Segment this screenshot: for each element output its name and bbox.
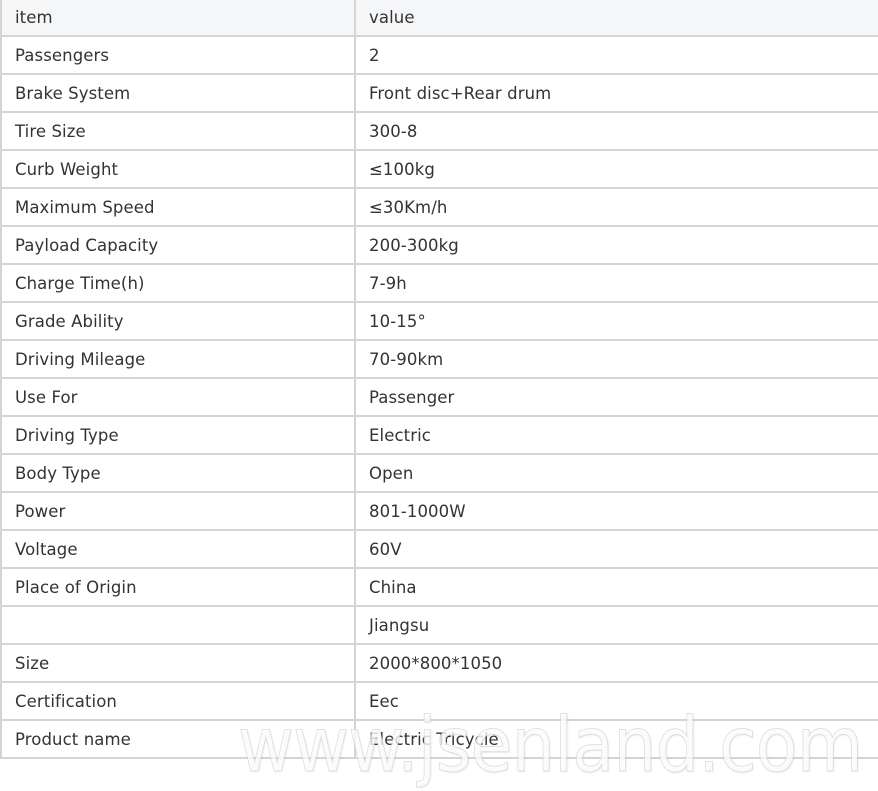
row-value: 2000*800*1050 xyxy=(354,643,878,683)
table-row: Grade Ability 10-15° xyxy=(0,301,878,341)
row-item: Use For xyxy=(0,377,356,417)
row-value: 2 xyxy=(354,35,878,75)
table-row: Tire Size 300-8 xyxy=(0,111,878,151)
row-item: Brake System xyxy=(0,73,356,113)
row-item: Passengers xyxy=(0,35,356,75)
table-row: Payload Capacity 200-300kg xyxy=(0,225,878,265)
table-row: Driving Mileage 70-90km xyxy=(0,339,878,379)
row-value: Jiangsu xyxy=(354,605,878,645)
table-row: Use For Passenger xyxy=(0,377,878,417)
table-row: Voltage 60V xyxy=(0,529,878,569)
row-item: Driving Mileage xyxy=(0,339,356,379)
table-row: Body Type Open xyxy=(0,453,878,493)
row-item xyxy=(0,605,356,645)
row-value: Passenger xyxy=(354,377,878,417)
table-row: Maximum Speed ≤30Km/h xyxy=(0,187,878,227)
table-row: Place of Origin China xyxy=(0,567,878,607)
row-value: 801-1000W xyxy=(354,491,878,531)
row-value: Eec xyxy=(354,681,878,721)
row-value: 7-9h xyxy=(354,263,878,303)
row-value: 200-300kg xyxy=(354,225,878,265)
row-item: Curb Weight xyxy=(0,149,356,189)
row-value: 300-8 xyxy=(354,111,878,151)
row-value: 60V xyxy=(354,529,878,569)
row-item: Product name xyxy=(0,719,356,759)
row-value: Electric xyxy=(354,415,878,455)
row-item: Maximum Speed xyxy=(0,187,356,227)
header-item: item xyxy=(0,0,356,37)
table-row: Product name Electric Tricycle xyxy=(0,719,878,759)
row-item: Payload Capacity xyxy=(0,225,356,265)
row-value: Front disc+Rear drum xyxy=(354,73,878,113)
table-row: Power 801-1000W xyxy=(0,491,878,531)
row-item: Grade Ability xyxy=(0,301,356,341)
row-item: Voltage xyxy=(0,529,356,569)
row-item: Charge Time(h) xyxy=(0,263,356,303)
row-value: Electric Tricycle xyxy=(354,719,878,759)
row-item: Place of Origin xyxy=(0,567,356,607)
row-item: Tire Size xyxy=(0,111,356,151)
header-value: value xyxy=(354,0,878,37)
row-value: 70-90km xyxy=(354,339,878,379)
row-value: 10-15° xyxy=(354,301,878,341)
row-value: ≤100kg xyxy=(354,149,878,189)
row-item: Power xyxy=(0,491,356,531)
table-row: Driving Type Electric xyxy=(0,415,878,455)
row-value: Open xyxy=(354,453,878,493)
table-row: Charge Time(h) 7-9h xyxy=(0,263,878,303)
table-row: Curb Weight ≤100kg xyxy=(0,149,878,189)
row-item: Body Type xyxy=(0,453,356,493)
table-row: Certification Eec xyxy=(0,681,878,721)
table-row: Size 2000*800*1050 xyxy=(0,643,878,683)
spec-table: item value Passengers 2 Brake System Fro… xyxy=(0,0,878,759)
table-row: Jiangsu xyxy=(0,605,878,645)
row-value: ≤30Km/h xyxy=(354,187,878,227)
table-row: Brake System Front disc+Rear drum xyxy=(0,73,878,113)
table-header-row: item value xyxy=(0,0,878,37)
row-item: Size xyxy=(0,643,356,683)
row-item: Driving Type xyxy=(0,415,356,455)
row-item: Certification xyxy=(0,681,356,721)
row-value: China xyxy=(354,567,878,607)
table-row: Passengers 2 xyxy=(0,35,878,75)
